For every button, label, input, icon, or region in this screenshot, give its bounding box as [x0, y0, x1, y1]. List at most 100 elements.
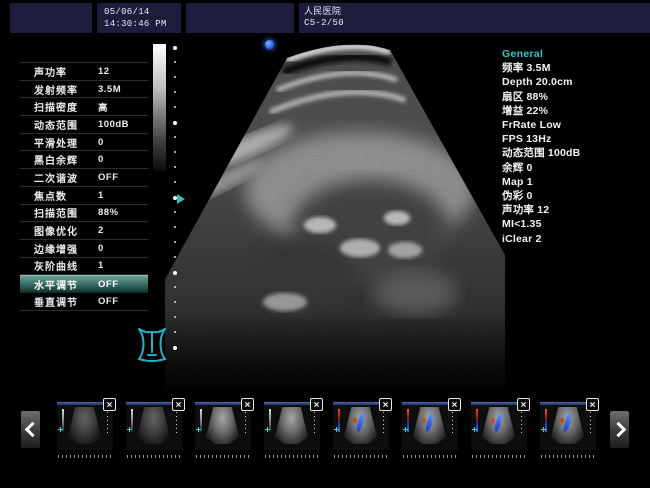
info-line: 增益 22%	[502, 104, 647, 118]
param-label: 垂直调节	[34, 294, 98, 309]
info-line: 余辉 0	[502, 161, 647, 175]
close-icon	[451, 401, 458, 408]
thumbnail-tick-marks	[590, 408, 591, 434]
thumbnail-plus-marker-icon	[334, 427, 339, 432]
info-line: Depth 20.0cm	[502, 75, 647, 89]
thumbnail[interactable]	[333, 402, 389, 450]
date-text: 05/06/14	[104, 6, 181, 18]
param-value: 0	[98, 137, 104, 148]
info-lines: 频率 3.5MDepth 20.0cm扇区 88%增益 22%FrRate Lo…	[502, 61, 647, 246]
close-icon	[244, 401, 251, 408]
thumbnail-caption	[334, 455, 388, 458]
param-row[interactable]: 垂直调节 OFF	[20, 293, 148, 311]
thumbnail[interactable]	[471, 402, 527, 450]
param-row[interactable]: 二次谐波 OFF	[20, 169, 148, 187]
thumbnail-plus-marker-icon	[541, 427, 546, 432]
param-label: 图像优化	[34, 223, 98, 238]
thumbnail-plus-marker-icon	[196, 427, 201, 432]
info-line: FPS 13Hz	[502, 132, 647, 146]
thumbnail-caption	[403, 455, 457, 458]
thumbnail-tick-marks	[176, 408, 177, 434]
param-value: 3.5M	[98, 84, 121, 95]
thumbnail[interactable]	[195, 402, 251, 450]
focus-marker-icon[interactable]	[177, 194, 185, 204]
depth-tick	[174, 211, 176, 213]
thumbnail-close-button[interactable]	[517, 398, 530, 411]
param-row[interactable]: 扫描密度 高	[20, 98, 148, 116]
thumbnail[interactable]	[57, 402, 113, 450]
param-row[interactable]: 图像优化 2	[20, 222, 148, 240]
filmstrip	[57, 402, 596, 450]
thumbnail-close-button[interactable]	[448, 398, 461, 411]
thumbnail-scan-image	[413, 407, 446, 444]
thumbnail[interactable]	[126, 402, 182, 450]
thumbnail-scan-image	[275, 407, 308, 444]
param-value: 88%	[98, 207, 119, 218]
chevron-left-icon	[24, 422, 40, 438]
param-label: 水平调节	[34, 277, 98, 292]
param-row[interactable]: 边缘增强 0	[20, 240, 148, 258]
thumbnail-close-button[interactable]	[241, 398, 254, 411]
param-row[interactable]: 黑白余辉 0	[20, 151, 148, 169]
topbar-panel-middle	[186, 3, 294, 33]
info-line: 伪彩 0	[502, 189, 647, 203]
thumbnail-scan-image	[482, 407, 515, 444]
param-value: 12	[98, 66, 110, 77]
depth-tick	[173, 271, 177, 275]
thumbnail-close-button[interactable]	[172, 398, 185, 411]
thumbnail[interactable]	[402, 402, 458, 450]
close-icon	[106, 401, 113, 408]
hospital-name: 人民医院	[304, 5, 650, 17]
close-icon	[520, 401, 527, 408]
filmstrip-next-button[interactable]	[610, 411, 629, 448]
close-icon	[175, 401, 182, 408]
thumbnail[interactable]	[540, 402, 596, 450]
depth-tick	[174, 286, 176, 288]
param-row[interactable]: 平滑处理 0	[20, 134, 148, 152]
depth-tick	[173, 121, 177, 125]
depth-tick	[174, 76, 176, 78]
thumbnail-close-button[interactable]	[379, 398, 392, 411]
image-info-panel: General 频率 3.5MDepth 20.0cm扇区 88%增益 22%F…	[502, 47, 647, 246]
topbar-datetime-panel: 05/06/14 14:30:46 PM	[97, 3, 181, 33]
param-value: OFF	[98, 172, 119, 183]
param-row[interactable]: 水平调节 OFF	[20, 275, 148, 293]
thumbnail-close-button[interactable]	[103, 398, 116, 411]
param-label: 灰阶曲线	[34, 258, 98, 273]
param-value: 2	[98, 225, 104, 236]
param-row[interactable]: 发射频率 3.5M	[20, 81, 148, 99]
thumbnail-caption	[127, 455, 181, 458]
param-row[interactable]: 焦点数 1	[20, 187, 148, 205]
thumbnail-plus-marker-icon	[403, 427, 408, 432]
thumbnail-scan-image	[344, 407, 377, 444]
thumbnail-scan-image	[68, 407, 101, 444]
param-label: 平滑处理	[34, 135, 98, 150]
param-row[interactable]: 灰阶曲线 1	[20, 258, 148, 276]
body-marker-icon[interactable]	[134, 324, 170, 364]
info-header: General	[502, 47, 647, 61]
thumbnail-close-button[interactable]	[310, 398, 323, 411]
depth-tick	[174, 316, 176, 318]
thumbnail-plus-marker-icon	[472, 427, 477, 432]
param-label: 扫描密度	[34, 99, 98, 114]
param-row[interactable]: 声功率 12	[20, 63, 148, 81]
time-text: 14:30:46 PM	[104, 18, 181, 30]
depth-tick	[174, 226, 176, 228]
cursor-dot-icon[interactable]	[265, 40, 274, 49]
param-row[interactable]: 扫描范围 88%	[20, 205, 148, 223]
thumbnail-caption	[265, 455, 319, 458]
depth-tick	[174, 91, 176, 93]
thumbnail[interactable]	[264, 402, 320, 450]
thumbnail-tick-marks	[245, 408, 246, 434]
thumbnail-tick-marks	[383, 408, 384, 434]
filmstrip-prev-button[interactable]	[21, 411, 40, 448]
thumbnail-close-button[interactable]	[586, 398, 599, 411]
depth-tick	[174, 136, 176, 138]
param-label: 黑白余辉	[34, 152, 98, 167]
param-row[interactable]: 动态范围 100dB	[20, 116, 148, 134]
info-line: 声功率 12	[502, 203, 647, 217]
thumbnail-caption	[196, 455, 250, 458]
depth-tick	[174, 331, 176, 333]
ultrasound-image	[165, 40, 505, 390]
param-value: OFF	[98, 296, 119, 307]
